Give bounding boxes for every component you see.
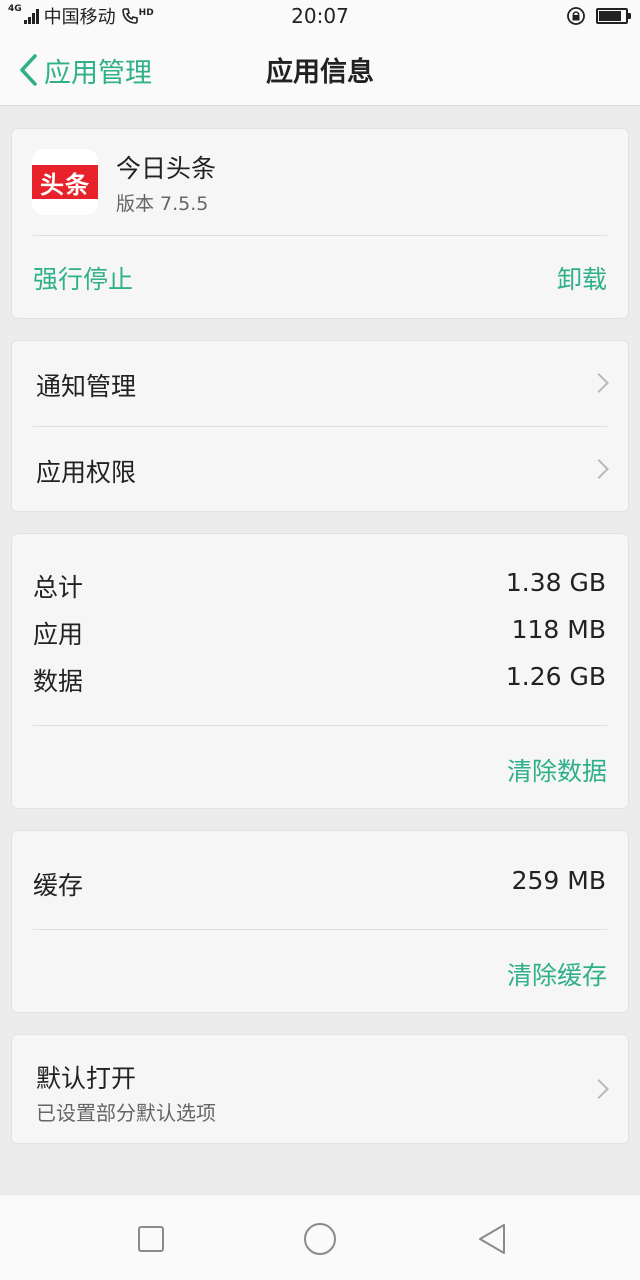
square-icon [138, 1226, 164, 1252]
cache-value: 259 MB [511, 866, 606, 895]
storage-card: 总计 1.38 GB 应用 118 MB 数据 1.26 GB 清除数据 [11, 533, 629, 809]
chevron-right-icon [589, 1079, 609, 1099]
battery-icon [596, 8, 631, 24]
back-label: 应用管理 [44, 57, 152, 89]
notification-management-label: 通知管理 [36, 372, 137, 401]
app-permissions-label: 应用权限 [36, 458, 137, 487]
uninstall-button[interactable]: 卸载 [557, 260, 607, 296]
battery-fill [599, 11, 622, 21]
app-header-card: 头条 今日头条 版本 7.5.5 强行停止 卸载 [11, 128, 629, 319]
clear-cache-button[interactable]: 清除缓存 [507, 956, 607, 992]
navigation-bar [0, 1194, 640, 1280]
default-open-label: 默认打开 [36, 1064, 137, 1093]
app-icon-logo: 头条 [32, 165, 98, 199]
divider [33, 929, 607, 930]
notification-management-row[interactable]: 通知管理 [12, 341, 628, 425]
storage-app-label: 应用 [33, 620, 84, 649]
force-stop-button[interactable]: 强行停止 [33, 260, 133, 296]
back-button[interactable]: 应用管理 [18, 52, 152, 89]
app-icon: 头条 [32, 149, 98, 215]
chevron-right-icon [589, 373, 609, 393]
status-bar: 4G 中国移动 HD 20:07 [0, 0, 640, 32]
divider [33, 725, 607, 726]
chevron-right-icon [589, 459, 609, 479]
cache-card: 缓存 259 MB 清除缓存 [11, 830, 629, 1013]
divider [33, 235, 607, 236]
circle-icon [304, 1223, 336, 1255]
rotation-lock-icon [567, 7, 585, 25]
home-button[interactable] [300, 1219, 340, 1259]
default-open-card[interactable]: 默认打开 已设置部分默认选项 [11, 1034, 629, 1144]
app-name: 今日头条 [116, 154, 217, 183]
back-nav-button[interactable] [472, 1219, 512, 1259]
storage-app-value: 118 MB [511, 615, 606, 644]
app-version: 版本 7.5.5 [116, 193, 209, 215]
recent-apps-button[interactable] [131, 1219, 171, 1259]
app-permissions-row[interactable]: 应用权限 [12, 427, 628, 511]
status-bar-right [566, 6, 631, 26]
cache-label: 缓存 [33, 871, 84, 900]
settings-list-card: 通知管理 应用权限 [11, 340, 629, 512]
storage-total-label: 总计 [33, 573, 84, 602]
clear-data-button[interactable]: 清除数据 [507, 752, 607, 788]
storage-data-label: 数据 [33, 667, 84, 696]
status-time: 20:07 [291, 4, 349, 28]
triangle-back-icon [479, 1224, 505, 1254]
storage-total-value: 1.38 GB [505, 568, 606, 597]
title-bar: 应用管理 应用信息 [0, 32, 640, 106]
default-open-subtitle: 已设置部分默认选项 [36, 1101, 216, 1125]
chevron-left-icon [20, 54, 37, 86]
storage-data-value: 1.26 GB [505, 662, 606, 691]
